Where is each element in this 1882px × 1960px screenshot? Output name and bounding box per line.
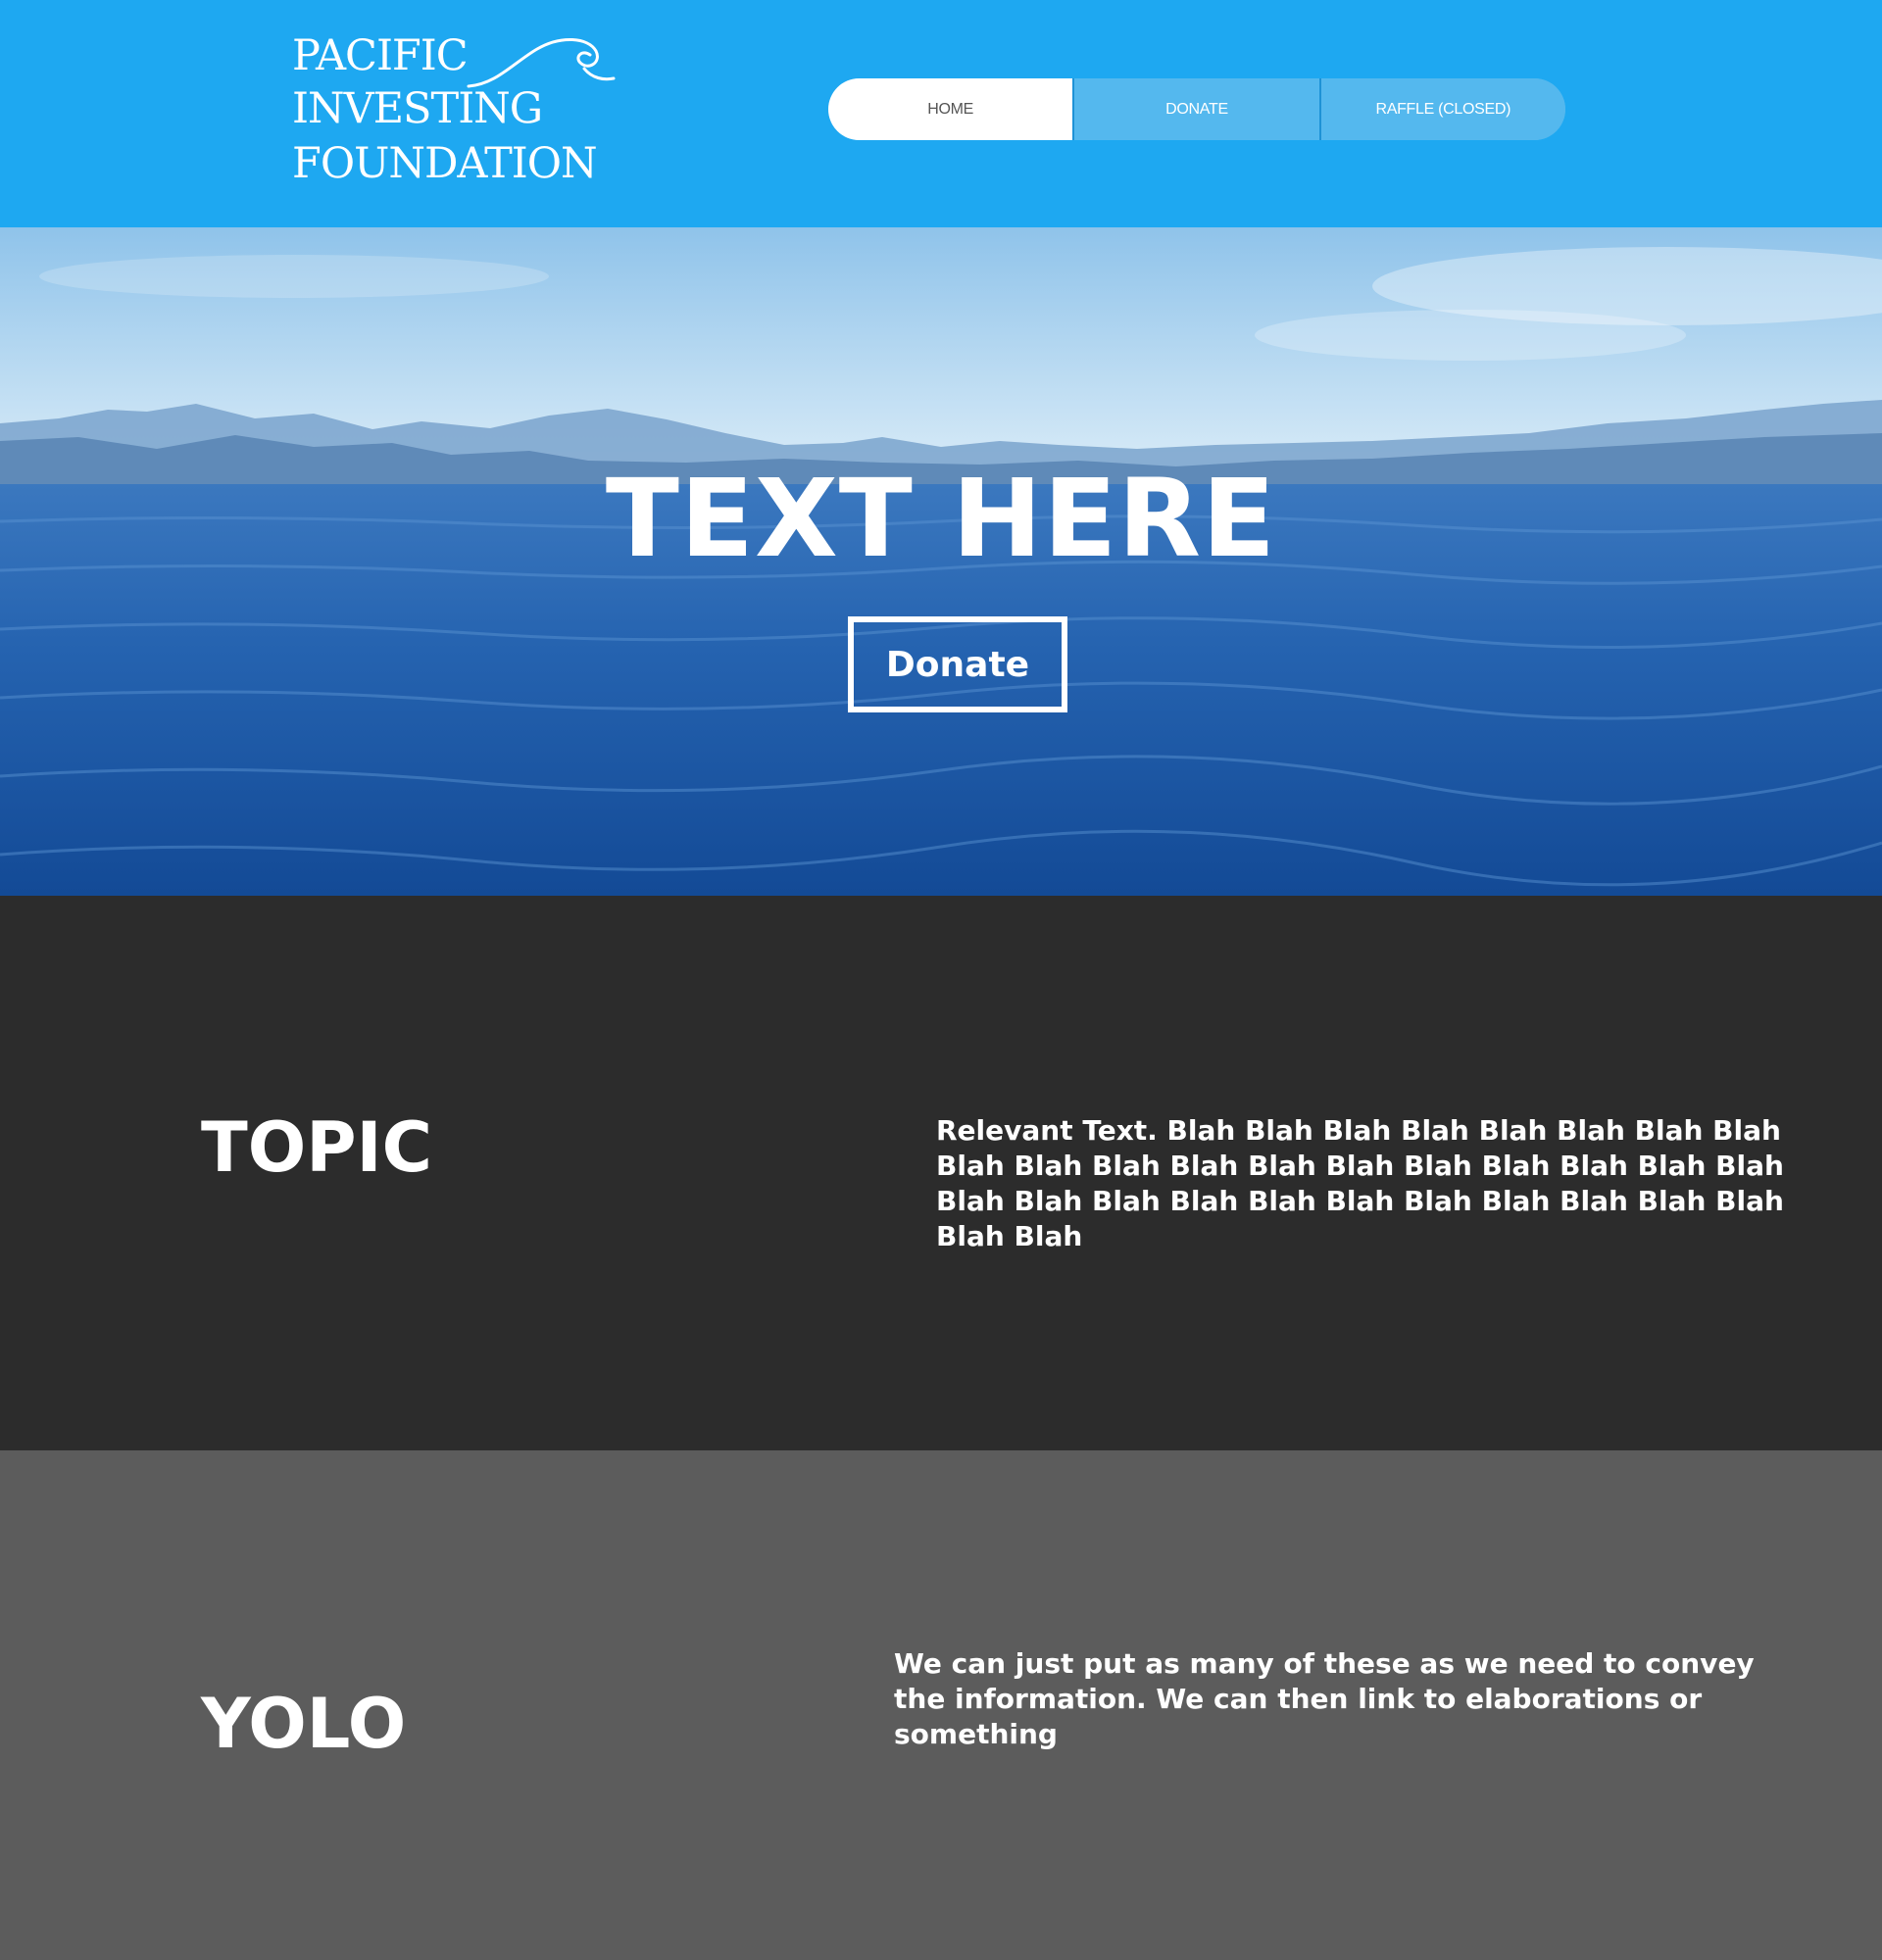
logo-line-1: PACIFIC — [292, 31, 469, 80]
section-heading: YOLO — [201, 1684, 407, 1764]
nav-item-donate[interactable]: DONATE — [1072, 78, 1319, 140]
nav-item-raffle[interactable]: RAFFLE (CLOSED) — [1318, 78, 1565, 140]
hero-title: TEXT HERE — [605, 456, 1277, 581]
yolo-section: YOLO We can just put as many of these as… — [0, 1450, 1882, 1960]
logo-line-3: FOUNDATION — [292, 139, 598, 188]
section-body: Relevant Text. Blah Blah Blah Blah Blah … — [936, 1114, 1784, 1252]
section-body: We can just put as many of these as we n… — [894, 1647, 1755, 1750]
section-heading: TOPIC — [201, 1107, 432, 1188]
nav-item-home[interactable]: HOME — [828, 78, 1073, 140]
main-nav: HOME DONATE RAFFLE (CLOSED) — [828, 78, 1565, 140]
site-logo[interactable]: PACIFIC INVESTING FOUNDATION — [292, 35, 625, 192]
donate-button[interactable]: Donate — [848, 616, 1067, 712]
hero-banner: TEXT HERE Donate — [0, 227, 1882, 896]
topic-section: TOPIC Relevant Text. Blah Blah Blah Blah… — [0, 896, 1882, 1450]
wave-icon — [467, 37, 616, 88]
site-header: PACIFIC INVESTING FOUNDATION HOME DONATE… — [0, 0, 1882, 227]
